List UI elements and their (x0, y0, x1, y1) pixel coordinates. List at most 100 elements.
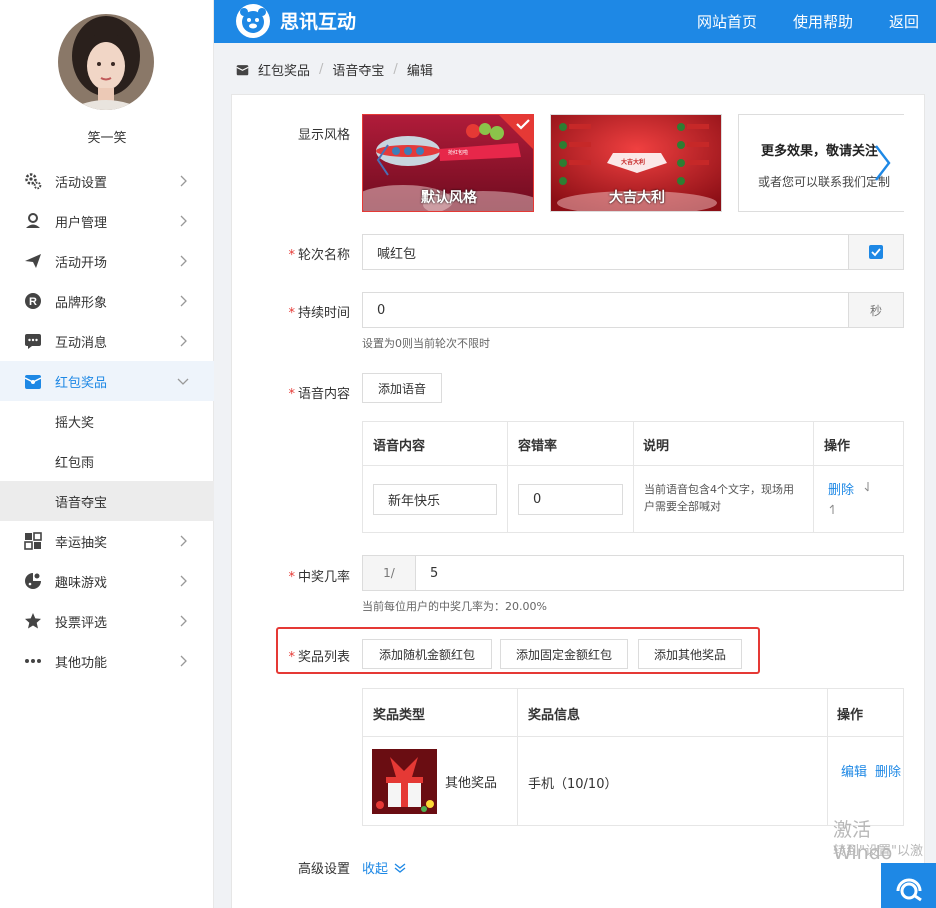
more-styles-subtitle: 或者您可以联系我们定制 (758, 175, 891, 189)
voice-col-note: 说明 (643, 439, 670, 454)
sidebar-item-label: 活动开场 (55, 255, 108, 271)
prize-info: 手机（10/10） (528, 777, 618, 792)
activation-watermark-text: 转到"设置"以激 (833, 844, 923, 859)
registered-icon: R (24, 292, 42, 310)
voice-content-label: * 语音内容 (288, 387, 350, 402)
sidebar-item-label: 幸运抽奖 (55, 535, 108, 551)
duration-input[interactable]: 0 (362, 292, 849, 328)
style-label: 显示风格 (297, 128, 350, 143)
brand-name: 思讯互动 (280, 11, 357, 33)
more-styles-title: 更多效果，敬请关注 (761, 144, 879, 159)
duration-label: * 持续时间 (288, 306, 350, 321)
sidebar-item-label: 其他功能 (55, 655, 108, 671)
chevron-right-icon (180, 295, 187, 307)
username: 笑一笑 (87, 131, 127, 146)
chevron-right-icon (180, 215, 187, 227)
prize-col-type: 奖品类型 (373, 708, 426, 723)
breadcrumb-separator: / (319, 61, 324, 77)
paper-plane-icon (24, 252, 42, 270)
chevron-right-icon (180, 655, 187, 667)
sidebar-item-activity-opening[interactable]: 活动开场 (0, 241, 214, 281)
sidebar-item-lucky-draw[interactable]: 幸运抽奖 (0, 521, 214, 561)
breadcrumb-item-current: 编辑 (406, 63, 433, 79)
carousel-next-arrow[interactable] (873, 143, 893, 183)
win-rate-label: * 中奖几率 (288, 570, 350, 585)
prize-table (362, 688, 904, 826)
sidebar-subitem-voice-treasure[interactable]: 语音夺宝 (0, 481, 214, 521)
sidebar-nav: 活动设置 用户管理 活动开场 R 品牌形象 互动消息 红包奖品 摇大奖 红包雨 … (0, 161, 214, 681)
style-option-label: 大吉大利 (609, 190, 665, 206)
add-other-prize-button[interactable]: 添加其他奖品 (638, 639, 742, 669)
carousel-prev-arrow[interactable] (375, 143, 391, 177)
chevron-down-icon (177, 378, 189, 385)
voice-content-input[interactable]: 新年快乐 (373, 484, 497, 515)
round-name-toggle[interactable] (848, 234, 904, 270)
move-down-icon[interactable] (863, 481, 873, 493)
move-up-icon[interactable] (828, 503, 838, 515)
lottery-icon (24, 532, 42, 550)
prize-col-action: 操作 (837, 708, 864, 723)
voice-tolerance-input[interactable]: 0 (518, 484, 623, 515)
svg-text:R: R (29, 296, 37, 308)
bear-logo-icon[interactable] (236, 4, 270, 38)
red-packet-icon (236, 63, 249, 76)
chevron-right-icon (180, 335, 187, 347)
prize-col-info: 奖品信息 (528, 708, 581, 723)
duration-hint: 设置为0则当前轮次不限时 (362, 337, 490, 350)
prize-thumbnail (372, 749, 437, 814)
style-option-label: 默认风格 (421, 190, 477, 206)
win-rate-input[interactable]: 5 (415, 555, 904, 591)
required-mark: * (288, 570, 295, 585)
prize-delete-link[interactable]: 删除 (875, 761, 901, 780)
style-option-daji-dali[interactable]: 大吉大利 大吉大利 (550, 114, 722, 212)
nav-help-link[interactable]: 使用帮助 (793, 11, 853, 32)
add-voice-button[interactable]: 添加语音 (362, 373, 442, 403)
duration-unit: 秒 (848, 292, 904, 328)
sidebar-item-voting[interactable]: 投票评选 (0, 601, 214, 641)
sidebar-item-label: 趣味游戏 (55, 575, 108, 591)
sidebar-item-interactive-messages[interactable]: 互动消息 (0, 321, 214, 361)
double-chevron-down-icon (394, 862, 406, 873)
round-name-label: * 轮次名称 (288, 248, 350, 263)
nav-home-link[interactable]: 网站首页 (697, 11, 757, 32)
sidebar-item-activity-settings[interactable]: 活动设置 (0, 161, 214, 201)
avatar[interactable] (58, 14, 154, 110)
voice-col-tolerance: 容错率 (518, 439, 558, 454)
star-icon (24, 612, 42, 630)
sidebar-item-fun-games[interactable]: 趣味游戏 (0, 561, 214, 601)
breadcrumb-item[interactable]: 语音夺宝 (332, 60, 384, 79)
breadcrumb: 红包奖品 / 语音夺宝 / 编辑 (236, 60, 433, 79)
sidebar-item-red-packet-prizes[interactable]: 红包奖品 (0, 361, 214, 401)
sidebar-subitem-red-packet-rain[interactable]: 红包雨 (0, 441, 214, 481)
prize-type: 其他奖品 (445, 776, 498, 791)
round-name-input[interactable]: 喊红包 (362, 234, 849, 270)
chevron-right-icon (180, 255, 187, 267)
more-dots-icon (24, 652, 42, 670)
nav-back-link[interactable]: 返回 (889, 11, 919, 32)
advanced-collapse-toggle[interactable]: 收起 (362, 858, 406, 877)
add-random-red-packet-button[interactable]: 添加随机金额红包 (362, 639, 492, 669)
sidebar-item-brand-image[interactable]: R 品牌形象 (0, 281, 214, 321)
voice-delete-link[interactable]: 删除 (828, 479, 854, 498)
win-rate-prefix: 1/ (362, 555, 416, 591)
sidebar-item-user-management[interactable]: 用户管理 (0, 201, 214, 241)
voice-col-content: 语音内容 (373, 439, 426, 454)
prize-edit-link[interactable]: 编辑 (841, 761, 867, 780)
sidebar: 笑一笑 活动设置 用户管理 活动开场 R 品牌形象 互动消息 红包奖品 摇大奖 … (0, 0, 214, 908)
voice-table (362, 421, 904, 533)
checkbox-checked-icon[interactable] (869, 245, 883, 259)
chat-bubble-icon (24, 332, 42, 350)
chevron-right-icon (180, 535, 187, 547)
sidebar-item-other-functions[interactable]: 其他功能 (0, 641, 214, 681)
gear-icon (24, 172, 42, 190)
headset-icon (896, 878, 922, 902)
voice-col-action: 操作 (824, 439, 851, 454)
breadcrumb-item[interactable]: 红包奖品 (258, 60, 310, 79)
sidebar-subitem-shake-prize[interactable]: 摇大奖 (0, 401, 214, 441)
chevron-right-icon (180, 575, 187, 587)
add-fixed-red-packet-button[interactable]: 添加固定金额红包 (500, 639, 628, 669)
chevron-right-icon (180, 175, 187, 187)
customer-service-button[interactable] (881, 863, 936, 908)
sidebar-item-label: 活动设置 (55, 175, 108, 191)
sidebar-item-label: 互动消息 (55, 335, 108, 351)
